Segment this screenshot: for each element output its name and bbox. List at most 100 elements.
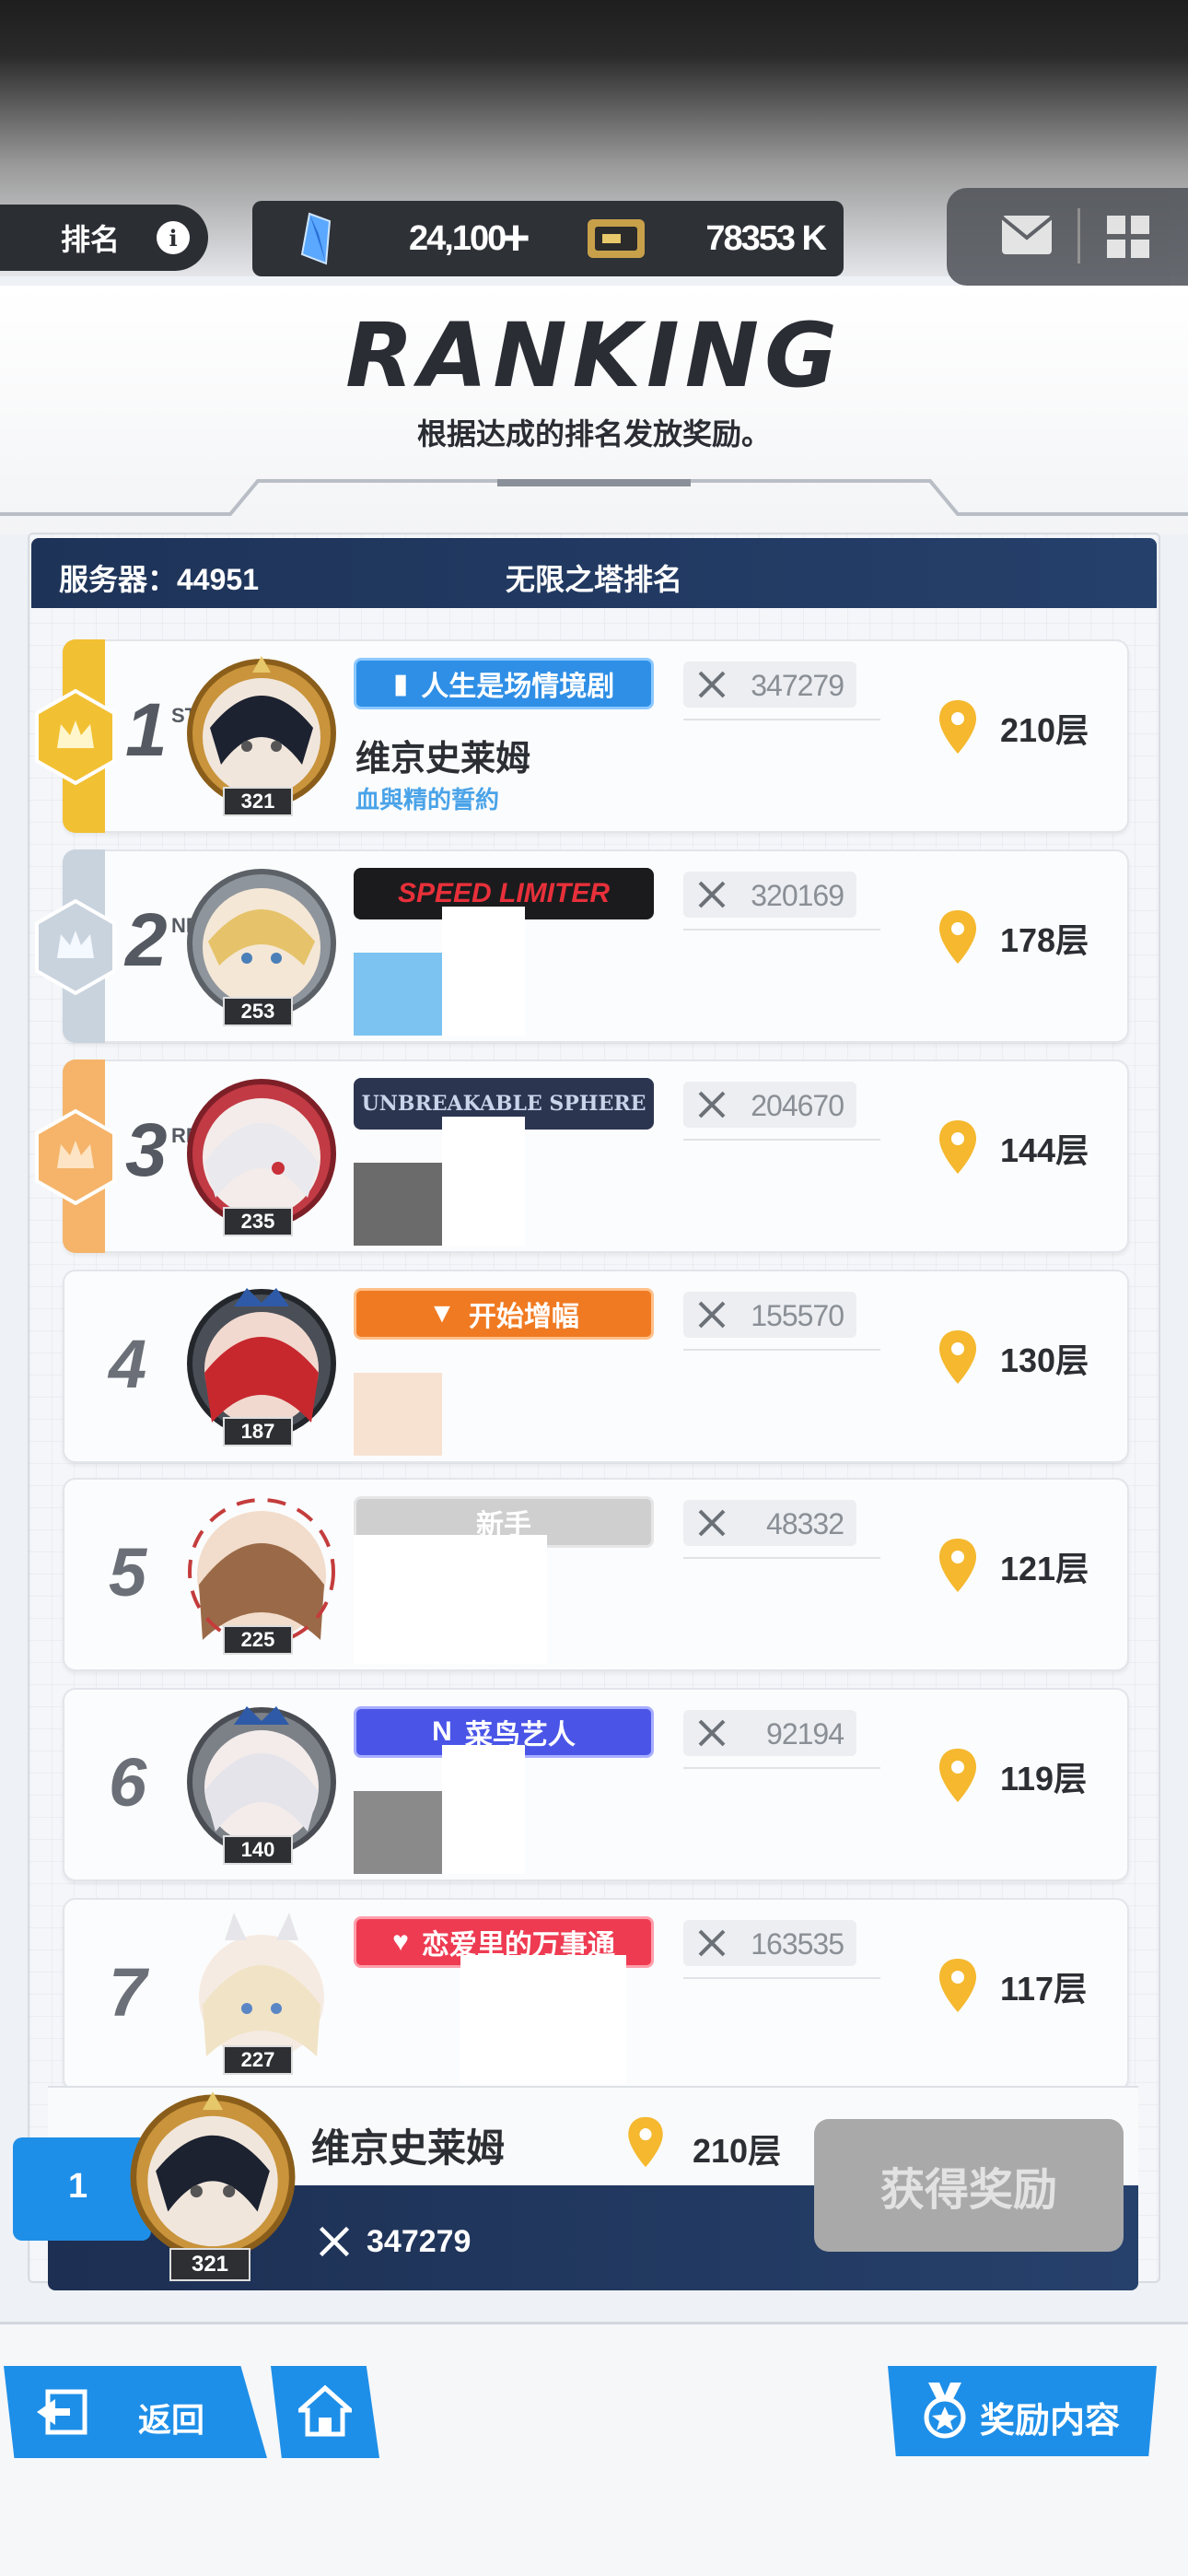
combat-power: 92194 bbox=[683, 1710, 856, 1756]
ranking-row[interactable]: 5 225 新手 48332 121层 bbox=[63, 1478, 1129, 1671]
floor-reached: 178层 bbox=[1000, 921, 1089, 959]
crossed-swords-icon bbox=[319, 2226, 350, 2257]
floor-reached: 144层 bbox=[1000, 1131, 1089, 1169]
power-value: 347279 bbox=[751, 669, 844, 702]
power-value: 48332 bbox=[766, 1507, 844, 1540]
location-pin-icon bbox=[939, 700, 976, 754]
redacted-name bbox=[354, 1791, 442, 1874]
claim-reward-button[interactable]: 获得奖励 bbox=[814, 2119, 1124, 2252]
player-level: 235 bbox=[223, 1207, 293, 1236]
board-title: 无限之塔排名 bbox=[505, 563, 682, 596]
location-pin-icon bbox=[939, 910, 976, 964]
card-count: 78353 K bbox=[705, 219, 827, 258]
title-badge-label: UNBREAKABLE SPHERE bbox=[361, 1092, 646, 1116]
crossed-swords-icon bbox=[698, 1509, 726, 1537]
reward-details-label: 奖励内容 bbox=[980, 2402, 1121, 2441]
rank-number: 3 bbox=[125, 1108, 168, 1192]
divider bbox=[683, 1349, 880, 1351]
guild-name: 血與精的誓約 bbox=[355, 786, 500, 814]
crossed-swords-icon bbox=[698, 1719, 726, 1747]
rank-number: 1 bbox=[125, 688, 168, 772]
title-badge-label: SPEED LIMITER bbox=[397, 878, 611, 908]
my-avatar[interactable] bbox=[125, 2090, 300, 2265]
page-title: RANKING bbox=[345, 304, 843, 407]
power-value: 320169 bbox=[751, 879, 844, 912]
divider bbox=[683, 929, 880, 931]
floor-reached: 117层 bbox=[1000, 1970, 1088, 2008]
menu-divider bbox=[1077, 208, 1080, 263]
ranking-row[interactable]: 6 140 N 菜鸟艺人 92194 119层 bbox=[63, 1688, 1129, 1881]
redacted-guild bbox=[442, 1745, 525, 1874]
sc-emblem-icon: ▼ bbox=[428, 1298, 456, 1329]
divider bbox=[683, 1557, 880, 1559]
exit-arrow-icon bbox=[37, 2389, 87, 2435]
header-frame-decoration bbox=[0, 479, 1188, 516]
gem-icon bbox=[300, 212, 332, 265]
rank-number: 4 bbox=[109, 1326, 147, 1402]
title-badge: ▮ 人生是场情境剧 bbox=[354, 658, 654, 709]
divider bbox=[683, 1139, 880, 1141]
location-pin-icon bbox=[939, 1959, 976, 2012]
redacted-name bbox=[460, 1955, 626, 2084]
board-header: 服务器：44951 无限之塔排名 bbox=[31, 538, 1157, 608]
player-name: 维京史莱姆 bbox=[355, 740, 531, 779]
crossed-swords-icon bbox=[698, 1301, 726, 1329]
title-badge-label: 人生是场情境剧 bbox=[421, 672, 615, 702]
medal-icon bbox=[924, 2383, 966, 2439]
rank-number: 6 bbox=[109, 1744, 147, 1821]
ranking-row[interactable]: 2 ND 253 SPEED LIMITER 320169 178层 bbox=[35, 849, 1129, 1043]
ranking-row[interactable]: 4 187 ▼ 开始增幅 155570 130层 bbox=[63, 1270, 1129, 1463]
ranking-row[interactable]: 1 ST 321 ▮ 人生是场情境剧 347279 维京史莱姆 血與精的誓約 2… bbox=[35, 639, 1129, 833]
menu-grid-icon[interactable] bbox=[1105, 214, 1151, 260]
reward-details-button[interactable]: 奖励内容 bbox=[888, 2366, 1157, 2456]
floor-reached: 130层 bbox=[1000, 1341, 1089, 1379]
redacted-name bbox=[354, 1163, 442, 1246]
currency-bar: 24,100 + 78353 K bbox=[252, 201, 844, 276]
ranking-tab-label: 排名 bbox=[61, 223, 121, 256]
redacted-guild bbox=[442, 907, 525, 1036]
back-button[interactable]: 返回 bbox=[4, 2366, 267, 2458]
rank-number: 2 bbox=[125, 898, 168, 982]
combat-power: 48332 bbox=[683, 1500, 856, 1546]
heart-icon: ♥ bbox=[392, 1926, 409, 1957]
redacted-name bbox=[354, 1535, 547, 1664]
floor-reached: 121层 bbox=[1000, 1550, 1089, 1587]
combat-power: 155570 bbox=[683, 1292, 856, 1338]
home-button[interactable] bbox=[271, 2366, 379, 2458]
divider bbox=[683, 719, 880, 720]
combat-power: 347279 bbox=[683, 662, 856, 708]
power-value: 163535 bbox=[751, 1927, 844, 1961]
ranking-row[interactable]: 7 227 ♥ 恋爱里的万事通 163535 117层 bbox=[63, 1898, 1129, 2091]
redacted-guild bbox=[442, 1117, 525, 1246]
floor-reached: 119层 bbox=[1000, 1760, 1088, 1797]
crossed-swords-icon bbox=[698, 881, 726, 908]
mail-icon[interactable] bbox=[1000, 214, 1054, 256]
redacted-name bbox=[354, 1373, 442, 1456]
title-badge: ▼ 开始增幅 bbox=[354, 1288, 654, 1340]
location-pin-icon bbox=[939, 1330, 976, 1384]
rank-number: 5 bbox=[109, 1534, 147, 1610]
my-level: 321 bbox=[169, 2248, 250, 2281]
back-label: 返回 bbox=[138, 2401, 205, 2439]
crossed-swords-icon bbox=[698, 1091, 726, 1118]
add-gems-button[interactable]: + bbox=[488, 210, 543, 265]
player-level: 227 bbox=[223, 2045, 293, 2075]
player-level: 140 bbox=[223, 1835, 293, 1865]
silver-medal-icon bbox=[35, 899, 116, 995]
ranking-tab[interactable]: 排名 i bbox=[0, 205, 208, 271]
divider bbox=[683, 1977, 880, 1979]
location-pin-icon bbox=[628, 2116, 663, 2168]
page-subtitle: 根据达成的排名发放奖励。 bbox=[416, 417, 771, 451]
location-pin-icon bbox=[939, 1749, 976, 1802]
crossed-swords-icon bbox=[698, 671, 726, 698]
crossed-swords-icon bbox=[698, 1929, 726, 1957]
home-icon bbox=[298, 2384, 352, 2437]
newbie-emblem-icon: N bbox=[432, 1716, 452, 1747]
location-pin-icon bbox=[939, 1539, 976, 1592]
divider bbox=[683, 1767, 880, 1769]
info-icon[interactable]: i bbox=[157, 221, 190, 254]
ranking-row[interactable]: 3 RD 235 UNBREAKABLE SPHERE 204670 144层 bbox=[35, 1060, 1129, 1253]
combat-power: 163535 bbox=[683, 1920, 856, 1966]
gold-medal-icon bbox=[35, 689, 116, 785]
floor-reached: 210层 bbox=[1000, 711, 1089, 749]
